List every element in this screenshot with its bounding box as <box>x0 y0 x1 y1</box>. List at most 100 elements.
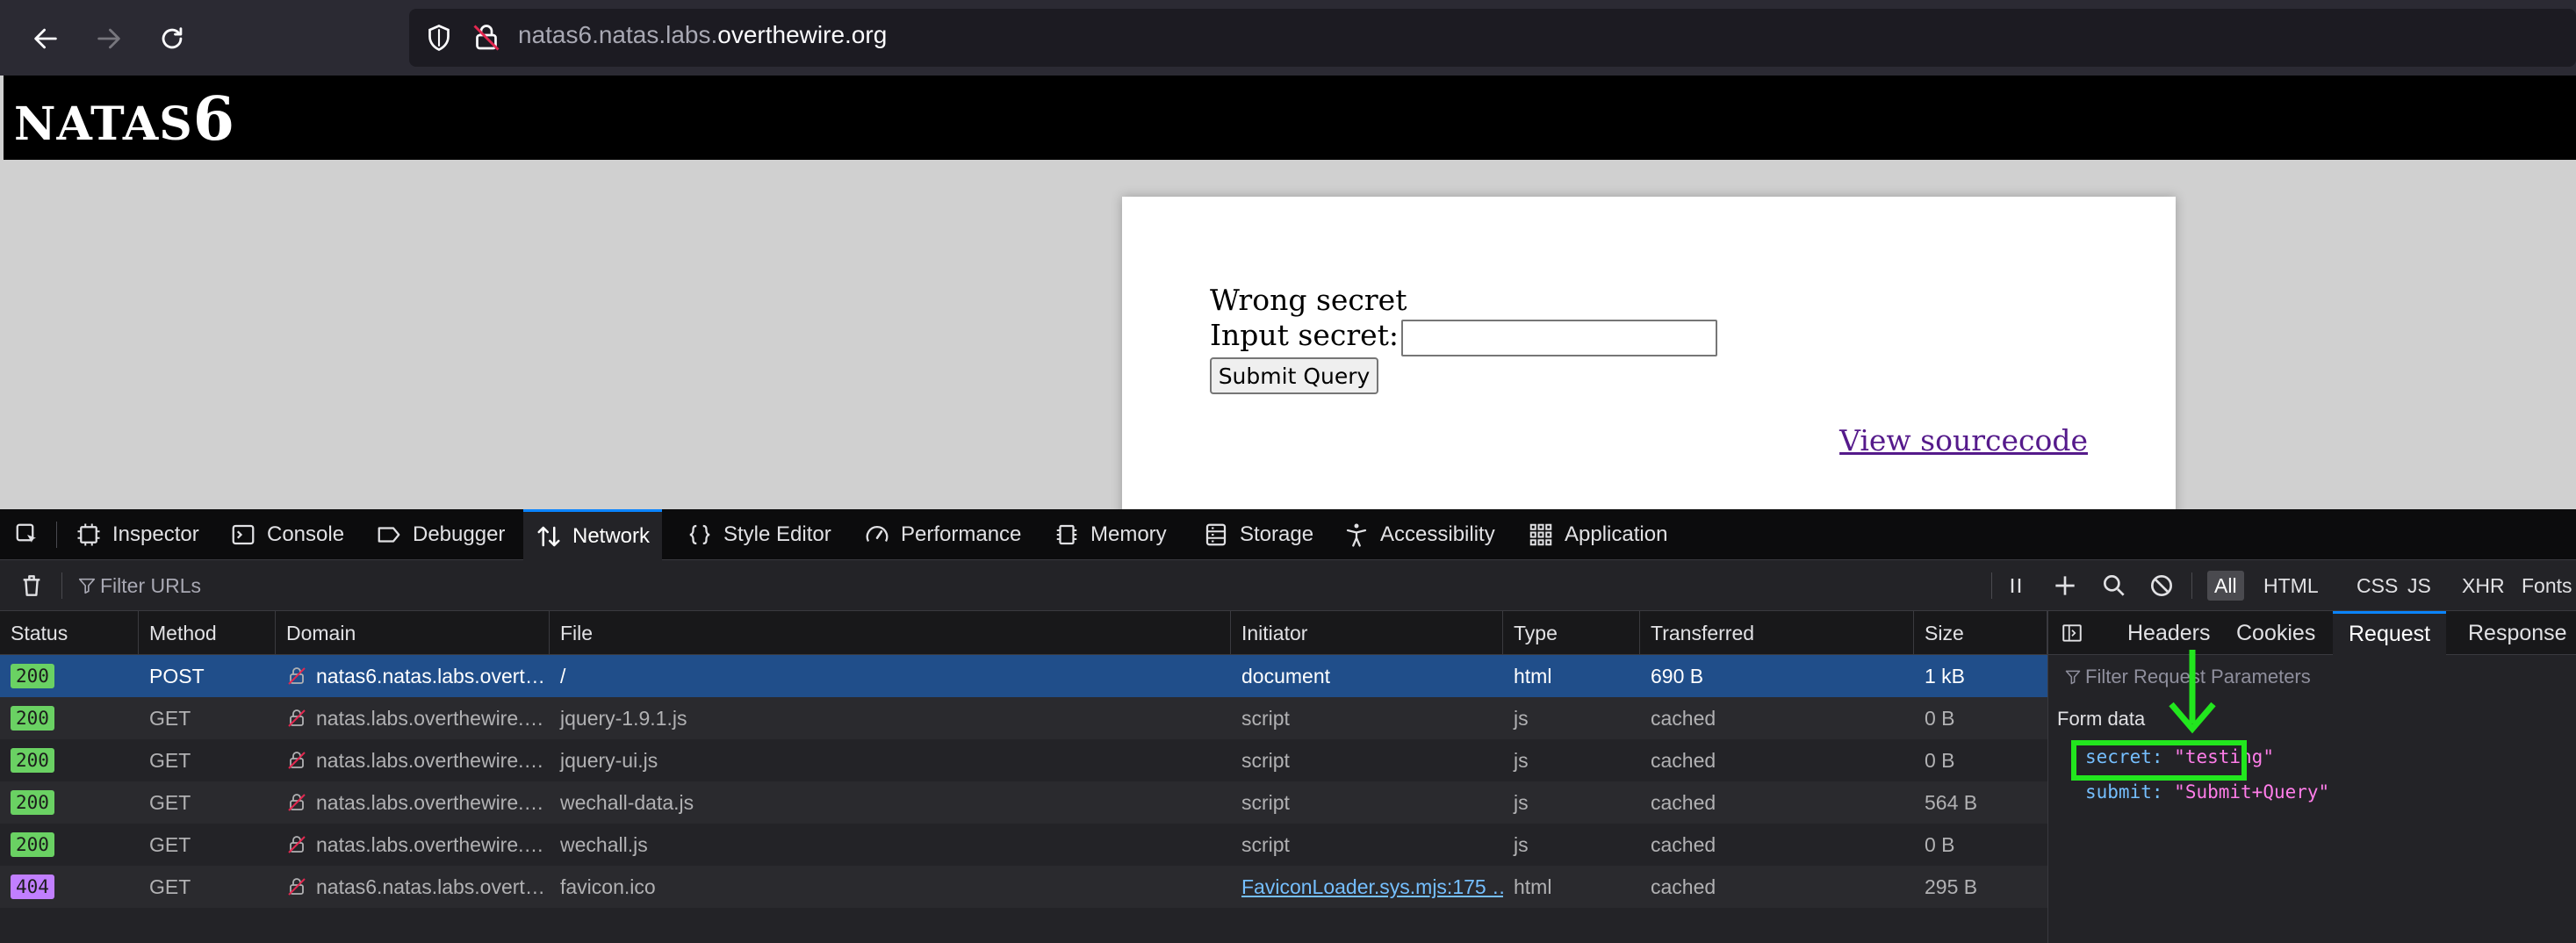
column-domain[interactable]: Domain <box>276 611 550 655</box>
block-icon[interactable] <box>2148 572 2176 600</box>
cell-method: GET <box>149 706 191 730</box>
toolbar-separator <box>2191 572 2192 599</box>
toggle-panel-icon[interactable] <box>2061 622 2083 644</box>
cell-file: wechall-data.js <box>560 790 694 814</box>
column-initiator[interactable]: Initiator <box>1231 611 1503 655</box>
type-filter-js[interactable]: JS <box>2400 571 2438 601</box>
page-viewport: NATAS6 Wrong secret Input secret: Submit… <box>0 76 2576 509</box>
cell-transferred: cached <box>1651 706 1716 730</box>
tab-performance[interactable]: Performance <box>864 509 1021 560</box>
table-row[interactable]: 200 POST natas6.natas.labs.overt… / document… <box>0 655 2047 697</box>
tab-style-editor[interactable]: Style Editor <box>687 509 831 560</box>
title-number: 6 <box>192 84 236 155</box>
submit-query-button[interactable]: Submit Query <box>1210 357 1378 394</box>
request-table: Status Method Domain File Initiator Type… <box>0 611 2047 943</box>
shield-icon[interactable] <box>423 22 455 54</box>
back-button[interactable] <box>25 18 67 60</box>
column-method[interactable]: Method <box>139 611 276 655</box>
toolbar-separator <box>1991 572 1992 599</box>
table-row[interactable]: 404 GET natas6.natas.labs.overt… favicon.ic… <box>0 866 2047 908</box>
cell-type: html <box>1514 664 1552 687</box>
column-size[interactable]: Size <box>1914 611 2047 655</box>
tab-inspector[interactable]: Inspector <box>76 509 199 560</box>
table-row[interactable]: 200 GET natas.labs.overthewire.… jquery-ui.… <box>0 739 2047 781</box>
cell-status: 200 <box>0 655 139 697</box>
cell-transferred: 690 B <box>1651 664 1704 687</box>
cell-size: 0 B <box>1925 748 1955 772</box>
table-row[interactable]: 200 GET natas.labs.overthewire.… wechall.js… <box>0 824 2047 866</box>
cell-type: js <box>1514 748 1529 772</box>
title-prefix: NATAS <box>14 97 193 151</box>
element-picker-button[interactable] <box>14 509 51 560</box>
status-badge: 200 <box>11 748 54 773</box>
tab-console[interactable]: Console <box>230 509 344 560</box>
tab-debugger[interactable]: Debugger <box>376 509 505 560</box>
column-status[interactable]: Status <box>0 611 139 655</box>
cell-type: js <box>1514 706 1529 730</box>
highlight-annotation <box>2071 740 2247 781</box>
param-submit[interactable]: submit: "Submit+Query" <box>2085 781 2329 803</box>
secret-input[interactable] <box>1401 320 1717 356</box>
initiator-link[interactable]: FaviconLoader.sys.mjs:175 … <box>1241 875 1503 899</box>
forward-button[interactable] <box>88 18 130 60</box>
tab-accessibility[interactable]: Accessibility <box>1343 509 1495 560</box>
tab-label: Accessibility <box>1380 522 1495 546</box>
reload-icon <box>162 27 183 49</box>
insecure-lock-icon[interactable] <box>471 22 502 54</box>
cell-file: / <box>560 664 566 687</box>
cell-method: GET <box>149 875 191 898</box>
view-sourcecode-link[interactable]: View sourcecode <box>1839 423 2088 457</box>
type-filter-all[interactable]: All <box>2207 571 2244 601</box>
inspector-icon <box>77 523 100 546</box>
table-header: Status Method Domain File Initiator Type… <box>0 611 2047 655</box>
back-arrow-icon <box>34 28 57 49</box>
cell-method: POST <box>149 664 205 687</box>
tab-headers[interactable]: Headers <box>2112 611 2227 655</box>
filter-urls-input[interactable]: Filter URLs <box>77 574 201 598</box>
domain-text: natas.labs.overthewire.… <box>316 706 544 730</box>
tab-application[interactable]: Application <box>1528 509 1667 560</box>
tab-cookies[interactable]: Cookies <box>2220 611 2331 655</box>
cell-transferred: cached <box>1651 748 1716 772</box>
column-type[interactable]: Type <box>1503 611 1640 655</box>
tab-label: Console <box>267 522 345 546</box>
type-filter-css[interactable]: CSS <box>2349 571 2405 601</box>
tab-memory[interactable]: Memory <box>1054 509 1167 560</box>
cell-initiator: script <box>1241 748 1290 772</box>
reload-button[interactable] <box>151 18 193 60</box>
cell-initiator: script <box>1241 790 1290 814</box>
tab-storage[interactable]: Storage <box>1203 509 1313 560</box>
column-file[interactable]: File <box>550 611 1231 655</box>
status-badge: 404 <box>11 875 54 899</box>
plus-icon[interactable] <box>2051 572 2079 600</box>
pause-icon[interactable] <box>2002 572 2030 600</box>
domain-text: natas.labs.overthewire.… <box>316 790 544 814</box>
type-filter-html[interactable]: HTML <box>2256 571 2326 601</box>
gauge-icon <box>866 526 889 543</box>
cell-size: 564 B <box>1925 790 1978 814</box>
address-bar[interactable]: natas6.natas.labs.overthewire.org <box>409 9 2576 67</box>
cell-domain: natas.labs.overthewire.… <box>276 697 550 739</box>
cell-type: js <box>1514 790 1529 814</box>
trash-icon[interactable] <box>18 572 46 600</box>
filter-placeholder: Filter URLs <box>100 574 202 597</box>
column-transferred[interactable]: Transferred <box>1640 611 1914 655</box>
filter-icon <box>2065 670 2081 685</box>
type-filter-xhr[interactable]: XHR <box>2455 571 2512 601</box>
cell-domain: natas6.natas.labs.overt… <box>276 866 550 908</box>
table-row[interactable]: 200 GET natas.labs.overthewire.… wechall-da… <box>0 781 2047 824</box>
table-row[interactable]: 200 GET natas.labs.overthewire.… jquery-1.9… <box>0 697 2047 739</box>
type-filter-fonts[interactable]: Fonts <box>2515 571 2576 601</box>
tab-request[interactable]: Request <box>2333 611 2447 655</box>
domain-text: natas.labs.overthewire.… <box>316 748 544 772</box>
tab-label: Storage <box>1240 522 1314 546</box>
cell-domain: natas6.natas.labs.overt… <box>276 655 550 697</box>
cell-type: js <box>1514 832 1529 856</box>
cell-status: 200 <box>0 739 139 781</box>
domain-text: natas6.natas.labs.overt… <box>316 664 545 687</box>
filter-icon <box>78 578 96 594</box>
insecure-lock-icon <box>288 878 306 896</box>
search-icon[interactable] <box>2100 572 2128 600</box>
tab-response[interactable]: Response <box>2452 611 2576 655</box>
tab-network[interactable]: Network <box>523 509 663 560</box>
